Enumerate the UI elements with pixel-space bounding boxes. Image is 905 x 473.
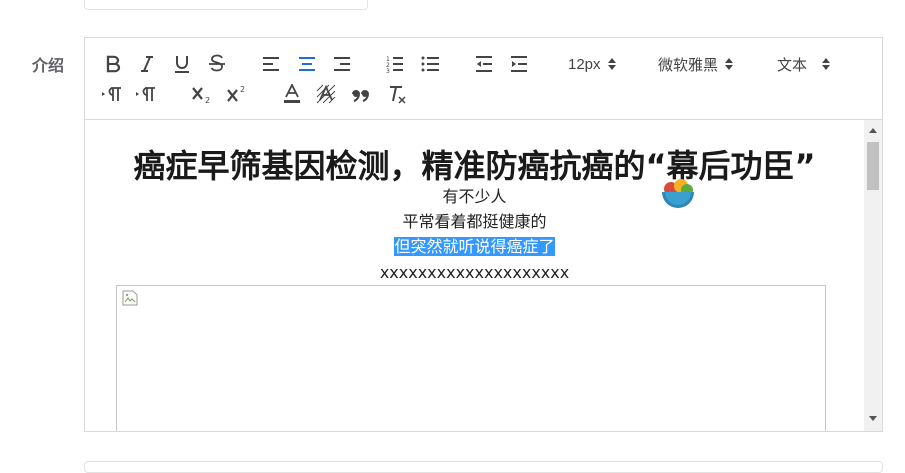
text-style-picker[interactable]: 文本	[777, 52, 831, 76]
ordered-list-icon[interactable]: 123	[385, 52, 405, 76]
ltr-icon[interactable]	[101, 82, 123, 106]
indent-icon[interactable]	[509, 52, 529, 76]
text-line: 平常看着都挺健康的	[402, 212, 547, 231]
rtl-icon[interactable]	[135, 82, 157, 106]
font-family-picker[interactable]: 微软雅黑	[658, 52, 734, 76]
rich-text-editor[interactable]: 123 12px 微软雅黑 文本 2 2 癌症早筛基因检测，精准防癌抗癌的“幕后…	[84, 37, 883, 432]
background-color-icon[interactable]	[315, 82, 337, 106]
svg-text:2: 2	[205, 96, 210, 103]
broken-image-icon	[122, 290, 138, 306]
headline: 癌症早筛基因检测，精准防癌抗癌的“幕后功臣”	[133, 147, 816, 185]
editor-scrollbar[interactable]	[864, 120, 882, 431]
italic-icon[interactable]	[137, 52, 157, 76]
intro-label: 介绍	[32, 58, 65, 75]
font-color-icon[interactable]	[281, 82, 303, 106]
underline-icon[interactable]	[172, 52, 192, 76]
svg-text:3: 3	[386, 68, 390, 73]
strikethrough-icon[interactable]	[207, 52, 227, 76]
text-line: 有不少人	[442, 187, 507, 206]
text-line-wrapper: 但突然就听说得癌症了	[85, 237, 864, 257]
text-line: xxxxxxxxxxxxxxxxxxxx	[379, 263, 570, 282]
blockquote-icon[interactable]	[350, 82, 372, 106]
selected-text: 但突然就听说得癌症了	[394, 237, 555, 256]
scrollbar-thumb[interactable]	[867, 142, 879, 190]
clear-format-icon[interactable]	[386, 82, 408, 106]
font-size-value: 12px	[568, 55, 601, 73]
editor-content[interactable]: 癌症早筛基因检测，精准防癌抗癌的“幕后功臣” 有不少人 平常看着都挺健康的 但突…	[85, 120, 864, 431]
align-center-icon[interactable]	[297, 52, 317, 76]
scroll-down-icon[interactable]	[869, 416, 877, 422]
previous-field[interactable]	[84, 0, 368, 10]
align-left-icon[interactable]	[261, 52, 281, 76]
font-family-value: 微软雅黑	[658, 56, 719, 74]
superscript-icon[interactable]: 2	[226, 82, 248, 106]
picker-arrows-icon	[725, 58, 734, 70]
next-field[interactable]	[84, 461, 883, 473]
outdent-icon[interactable]	[474, 52, 494, 76]
picker-arrows-icon	[607, 58, 616, 70]
bullet-list-icon[interactable]	[420, 52, 440, 76]
editor-toolbar: 123 12px 微软雅黑 文本 2 2	[85, 38, 882, 120]
text-style-value: 文本	[777, 56, 808, 74]
svg-text:2: 2	[240, 85, 245, 94]
font-size-picker[interactable]: 12px	[568, 52, 616, 76]
scroll-up-icon[interactable]	[869, 128, 877, 134]
picker-arrows-icon	[822, 58, 831, 70]
bold-icon[interactable]	[103, 52, 123, 76]
align-right-icon[interactable]	[332, 52, 352, 76]
subscript-icon[interactable]: 2	[191, 82, 213, 106]
embedded-image[interactable]	[116, 285, 826, 431]
